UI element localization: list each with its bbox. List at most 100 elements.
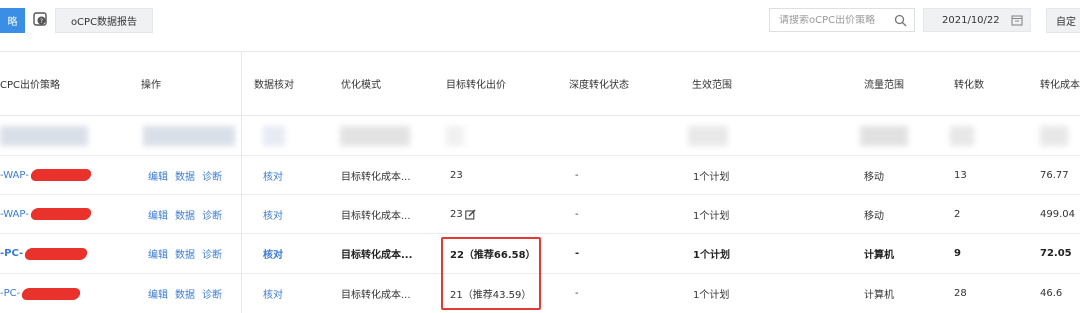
blurred-cell xyxy=(0,126,88,146)
header-ops: 操作 xyxy=(141,80,161,91)
blurred-cell xyxy=(950,126,974,146)
row-ops: 编辑 数据 诊断 xyxy=(148,156,229,194)
search-input[interactable] xyxy=(779,14,887,26)
mode-cell: 目标转化成本... xyxy=(341,250,413,261)
check-link[interactable]: 核对 xyxy=(263,195,283,233)
calendar-icon[interactable] xyxy=(1011,14,1023,29)
deep-cell: - xyxy=(575,288,579,299)
header-mode: 优化模式 xyxy=(341,80,381,91)
edit-link[interactable]: 编辑 xyxy=(148,286,168,301)
range-cell: 1个计划 xyxy=(693,290,730,301)
column-divider xyxy=(241,52,242,313)
strategy-name[interactable]: -PC- xyxy=(0,274,82,313)
row-ops: 编辑 数据 诊断 xyxy=(148,195,229,233)
check-link[interactable]: 核对 xyxy=(263,156,283,194)
diagnose-link[interactable]: 诊断 xyxy=(202,168,222,183)
cost-cell: 46.6 xyxy=(1040,288,1063,299)
header-bid[interactable]: 目标转化出价 xyxy=(446,52,506,115)
edit-link[interactable]: 编辑 xyxy=(148,246,168,261)
date-picker[interactable]: 2021/10/22 xyxy=(923,8,1031,32)
header-check: 数据核对 xyxy=(254,80,294,91)
blurred-cell xyxy=(860,126,908,146)
blurred-cell xyxy=(1040,126,1068,146)
date-value: 2021/10/22 xyxy=(942,14,1000,26)
blurred-cell xyxy=(143,126,235,146)
search-box[interactable] xyxy=(769,8,915,32)
check-link[interactable]: 核对 xyxy=(263,234,283,273)
blurred-row xyxy=(0,116,1080,156)
strategy-name[interactable]: -PC- xyxy=(0,234,89,273)
data-link[interactable]: 数据 xyxy=(175,168,195,183)
bid-cell: 22（推荐66.58） xyxy=(450,250,536,261)
strategy-name[interactable]: -WAP- xyxy=(0,195,93,233)
redaction-mark xyxy=(29,208,93,220)
strategy-link[interactable]: -PC- xyxy=(0,288,20,299)
data-link[interactable]: 数据 xyxy=(175,246,195,261)
svg-text:?: ? xyxy=(40,18,43,25)
conv-cell: 13 xyxy=(954,169,967,181)
diagnose-link[interactable]: 诊断 xyxy=(202,286,222,301)
table-row: -WAP- 编辑 数据 诊断 核对 目标转化成本... 23 - 1个计划 移动… xyxy=(0,156,1080,195)
blurred-cell xyxy=(263,126,285,146)
range-cell: 1个计划 xyxy=(693,171,730,183)
conv-cell: 28 xyxy=(954,288,967,299)
cost-cell: 499.04 xyxy=(1040,208,1075,220)
search-icon[interactable] xyxy=(894,14,907,30)
deep-cell: - xyxy=(575,169,579,181)
cost-cell: 76.77 xyxy=(1040,169,1069,181)
range-cell: 1个计划 xyxy=(693,250,730,261)
bid-cell: 23 xyxy=(450,169,463,181)
ocpc-report-button[interactable]: oCPC数据报告 xyxy=(55,8,153,33)
header-deep: 深度转化状态 xyxy=(569,80,629,91)
table-row: -PC- 编辑 数据 诊断 核对 目标转化成本... 22（推荐66.58） -… xyxy=(0,234,1080,274)
strategy-link[interactable]: -PC- xyxy=(0,248,23,259)
deep-cell: - xyxy=(575,208,579,220)
strategy-button[interactable]: 略 xyxy=(0,8,25,33)
redaction-mark xyxy=(23,247,89,260)
blurred-cell xyxy=(688,126,728,146)
edit-link[interactable]: 编辑 xyxy=(148,207,168,222)
header-range: 生效范围 xyxy=(692,80,732,91)
data-link[interactable]: 数据 xyxy=(175,207,195,222)
diagnose-link[interactable]: 诊断 xyxy=(202,207,222,222)
check-link[interactable]: 核对 xyxy=(263,274,283,313)
mode-cell: 目标转化成本... xyxy=(341,210,411,222)
redaction-mark xyxy=(20,287,82,300)
redaction-mark xyxy=(29,169,93,181)
deep-cell: - xyxy=(575,248,580,259)
cost-cell: 72.05 xyxy=(1040,248,1072,259)
table-row: -PC- 编辑 数据 诊断 核对 目标转化成本... 21（推荐43.59） -… xyxy=(0,274,1080,313)
conv-cell: 2 xyxy=(954,208,961,220)
traffic-cell: 移动 xyxy=(864,210,884,222)
table-header: CPC出价策略 操作 数据核对 优化模式 目标转化出价 深度转化状态 生效范围 … xyxy=(0,52,1080,116)
row-ops: 编辑 数据 诊断 xyxy=(148,234,229,273)
range-cell: 1个计划 xyxy=(693,210,730,222)
bid-cell: 21（推荐43.59） xyxy=(450,290,532,301)
strategy-name[interactable]: -WAP- xyxy=(0,156,93,194)
header-traffic: 流量范围 xyxy=(864,80,904,91)
header-strategy[interactable]: CPC出价策略 xyxy=(0,52,60,115)
header-conv[interactable]: 转化数 xyxy=(954,52,984,115)
strategy-link[interactable]: -WAP- xyxy=(0,209,29,220)
traffic-cell: 计算机 xyxy=(864,290,894,301)
traffic-cell: 计算机 xyxy=(864,250,894,261)
blurred-cell xyxy=(340,126,410,146)
mode-cell: 目标转化成本... xyxy=(341,290,411,301)
strategy-link[interactable]: -WAP- xyxy=(0,170,29,181)
conv-cell: 9 xyxy=(954,248,961,259)
row-ops: 编辑 数据 诊断 xyxy=(148,274,229,313)
help-icon[interactable]: ? xyxy=(33,12,47,26)
edit-link[interactable]: 编辑 xyxy=(148,168,168,183)
table-row: -WAP- 编辑 数据 诊断 核对 目标转化成本... 23 - 1个计划 移动… xyxy=(0,195,1080,234)
bid-value: 23 xyxy=(450,208,463,220)
diagnose-link[interactable]: 诊断 xyxy=(202,246,222,261)
edit-icon[interactable] xyxy=(464,209,476,220)
customize-button[interactable]: 自定 xyxy=(1046,8,1080,33)
data-link[interactable]: 数据 xyxy=(175,286,195,301)
traffic-cell: 移动 xyxy=(864,171,884,183)
blurred-cell xyxy=(446,126,464,146)
header-cost[interactable]: 转化成本 xyxy=(1040,52,1080,115)
bid-cell: 23 xyxy=(450,195,476,233)
mode-cell: 目标转化成本... xyxy=(341,171,411,183)
toolbar: 略 ? oCPC数据报告 2021/10/22 自定 xyxy=(0,0,1080,52)
